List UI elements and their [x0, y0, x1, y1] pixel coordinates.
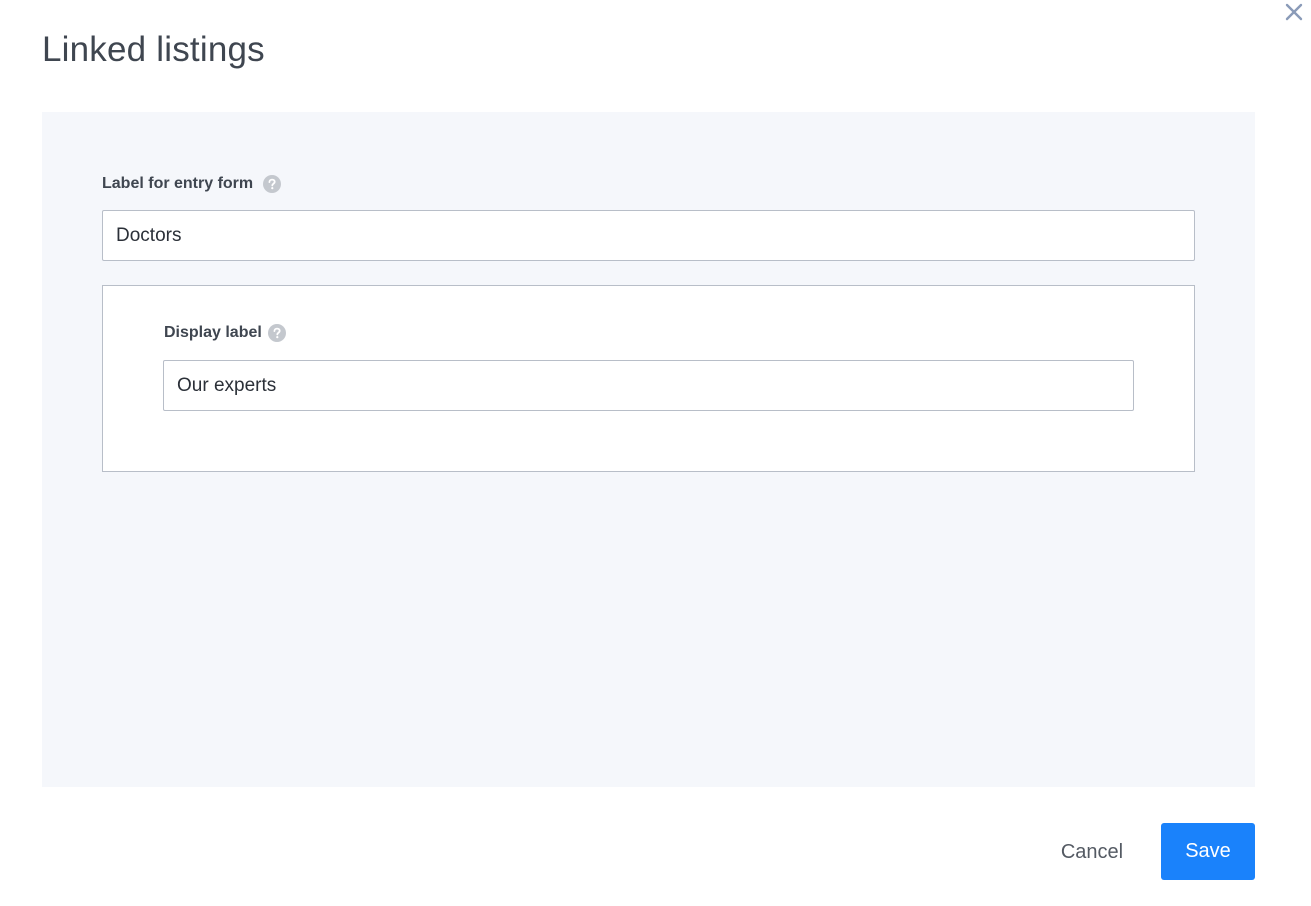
linked-listings-dialog: Linked listings Label for entry form Dis… — [0, 0, 1311, 906]
display-label-input[interactable] — [163, 360, 1134, 411]
close-button[interactable] — [1282, 0, 1306, 24]
entry-form-label: Label for entry form — [102, 174, 282, 194]
close-icon — [1285, 3, 1303, 21]
settings-panel: Label for entry form Display label — [42, 112, 1255, 787]
entry-form-label-text: Label for entry form — [102, 175, 254, 192]
display-label: Display label — [164, 323, 286, 343]
display-label-text: Display label — [164, 324, 262, 341]
save-button[interactable]: Save — [1161, 823, 1255, 880]
cancel-button[interactable]: Cancel — [1040, 824, 1144, 880]
help-icon[interactable] — [267, 324, 286, 342]
entry-form-label-input[interactable] — [102, 210, 1195, 261]
display-settings-box: Display label — [102, 285, 1195, 472]
dialog-title: Linked listings — [42, 30, 265, 69]
help-icon[interactable] — [263, 175, 282, 193]
